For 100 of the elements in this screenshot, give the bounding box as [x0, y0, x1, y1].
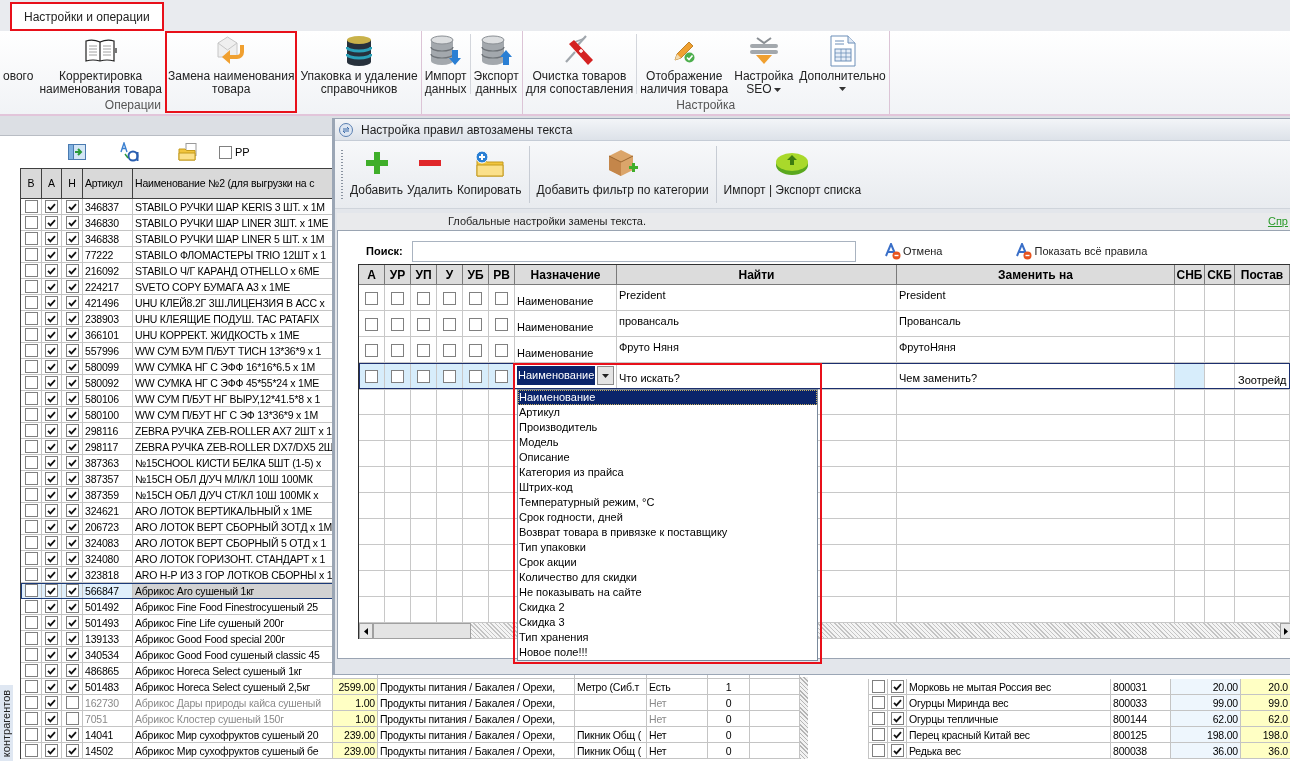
- checkbox[interactable]: [24, 728, 38, 741]
- checkbox[interactable]: [24, 312, 38, 325]
- checkbox[interactable]: [24, 328, 38, 341]
- checkbox[interactable]: [443, 292, 456, 305]
- column-header[interactable]: Артикул: [83, 169, 133, 199]
- checkbox[interactable]: [24, 536, 38, 549]
- table-row[interactable]: Наименование провансаль Провансаль: [359, 311, 1290, 337]
- dropdown-option[interactable]: Новое поле!!!: [518, 645, 817, 660]
- ribbon-tab[interactable]: Настройки и операции: [10, 2, 164, 31]
- checkbox[interactable]: [24, 440, 38, 453]
- checkbox[interactable]: [443, 318, 456, 331]
- checkbox[interactable]: [871, 712, 885, 725]
- checkbox[interactable]: [45, 312, 58, 325]
- checkbox[interactable]: [871, 696, 885, 709]
- table-row[interactable]: 7051 Абрикос Клостер сушеный 150г 1.00 Продукты питания / Бакалея / Орехи, Нет 0: [21, 711, 800, 727]
- checkbox[interactable]: [45, 536, 58, 549]
- dropdown-option[interactable]: Описание: [518, 450, 817, 465]
- ribbon-button[interactable]: Импорт данных: [421, 31, 470, 97]
- ribbon-button[interactable]: Настройка SEO: [731, 31, 797, 97]
- checkbox[interactable]: [65, 696, 79, 709]
- checkbox[interactable]: [24, 616, 38, 629]
- checkbox[interactable]: [65, 232, 79, 245]
- column-header[interactable]: А: [359, 265, 385, 285]
- checkbox[interactable]: [391, 318, 404, 331]
- checkbox[interactable]: [24, 472, 38, 485]
- toolbar-button[interactable]: Добавить: [348, 141, 406, 208]
- checkbox[interactable]: [443, 370, 456, 383]
- checkbox[interactable]: [24, 392, 38, 405]
- checkbox[interactable]: [24, 504, 38, 517]
- column-header[interactable]: Наименование №2 (для выгрузки на с: [133, 169, 333, 199]
- checkbox[interactable]: [871, 680, 885, 693]
- dropdown-option[interactable]: Артикул: [518, 405, 817, 420]
- checkbox[interactable]: [24, 696, 38, 709]
- find-input[interactable]: Что искать?: [619, 370, 739, 386]
- checkbox[interactable]: [45, 712, 58, 725]
- scrollbar-track[interactable]: [800, 677, 808, 759]
- checkbox[interactable]: [890, 680, 904, 693]
- checkbox[interactable]: [495, 292, 508, 305]
- checkbox[interactable]: [495, 318, 508, 331]
- checkbox[interactable]: [45, 408, 58, 421]
- toolbar-button[interactable]: Добавить фильтр по категории: [534, 141, 711, 208]
- checkbox[interactable]: [24, 408, 38, 421]
- dropdown-option[interactable]: Наименование: [518, 390, 817, 405]
- checkbox[interactable]: [65, 552, 79, 565]
- checkbox[interactable]: [417, 292, 430, 305]
- table-row[interactable]: Наименование Фруто Няня ФрутоНяня: [359, 337, 1290, 363]
- checkbox[interactable]: [45, 568, 58, 581]
- column-header[interactable]: УП: [411, 265, 437, 285]
- checkbox[interactable]: [24, 456, 38, 469]
- checkbox[interactable]: [65, 728, 79, 741]
- checkbox[interactable]: [45, 488, 58, 501]
- table-row[interactable]: Наименование Prezident President: [359, 285, 1290, 311]
- checkbox[interactable]: [24, 296, 38, 309]
- checkbox[interactable]: [365, 292, 378, 305]
- checkbox[interactable]: [45, 520, 58, 533]
- dropdown-option[interactable]: Срок акции: [518, 555, 817, 570]
- checkbox[interactable]: [65, 376, 79, 389]
- dropdown-option[interactable]: Модель: [518, 435, 817, 450]
- checkbox[interactable]: [65, 392, 79, 405]
- column-header[interactable]: РВ: [489, 265, 515, 285]
- column-header[interactable]: Постав: [1235, 265, 1290, 285]
- column-header[interactable]: УР: [385, 265, 411, 285]
- checkbox[interactable]: [65, 712, 79, 725]
- checkbox[interactable]: [45, 472, 58, 485]
- dropdown-option[interactable]: Срок годности, дней: [518, 510, 817, 525]
- dropdown-option[interactable]: Тип упаковки: [518, 540, 817, 555]
- checkbox[interactable]: [219, 145, 232, 159]
- checkbox[interactable]: [890, 744, 904, 757]
- checkbox[interactable]: [65, 584, 79, 597]
- checkbox[interactable]: [65, 424, 79, 437]
- checkbox[interactable]: [417, 370, 430, 383]
- checkbox[interactable]: [417, 318, 430, 331]
- checkbox[interactable]: [65, 664, 79, 677]
- checkbox[interactable]: [65, 344, 79, 357]
- checkbox[interactable]: [45, 696, 58, 709]
- column-header[interactable]: УБ: [463, 265, 489, 285]
- ribbon-button[interactable]: Упаковка и удаление справочников: [297, 31, 421, 97]
- checkbox[interactable]: [65, 296, 79, 309]
- checkbox[interactable]: [65, 440, 79, 453]
- checkbox[interactable]: [24, 248, 38, 261]
- toolbar-button[interactable]: Импорт | Экспорт списка: [721, 141, 864, 208]
- checkbox[interactable]: [871, 744, 885, 757]
- checkbox[interactable]: [24, 344, 38, 357]
- checkbox[interactable]: [65, 280, 79, 293]
- checkbox[interactable]: [443, 344, 456, 357]
- checkbox[interactable]: [65, 264, 79, 277]
- ribbon-button[interactable]: ового: [0, 31, 37, 97]
- checkbox[interactable]: [24, 552, 38, 565]
- replace-input[interactable]: Чем заменить?: [899, 370, 1019, 386]
- checkbox[interactable]: [45, 664, 58, 677]
- checkbox[interactable]: [45, 216, 58, 229]
- checkbox[interactable]: [469, 318, 482, 331]
- checkbox[interactable]: [45, 600, 58, 613]
- toolbar-button[interactable]: Копировать: [454, 141, 524, 208]
- checkbox[interactable]: [45, 744, 58, 757]
- ribbon-button[interactable]: Корректировка наименования товара: [36, 31, 165, 97]
- checkbox[interactable]: [65, 360, 79, 373]
- checkbox[interactable]: [24, 520, 38, 533]
- checkbox[interactable]: [65, 536, 79, 549]
- checkbox[interactable]: [45, 248, 58, 261]
